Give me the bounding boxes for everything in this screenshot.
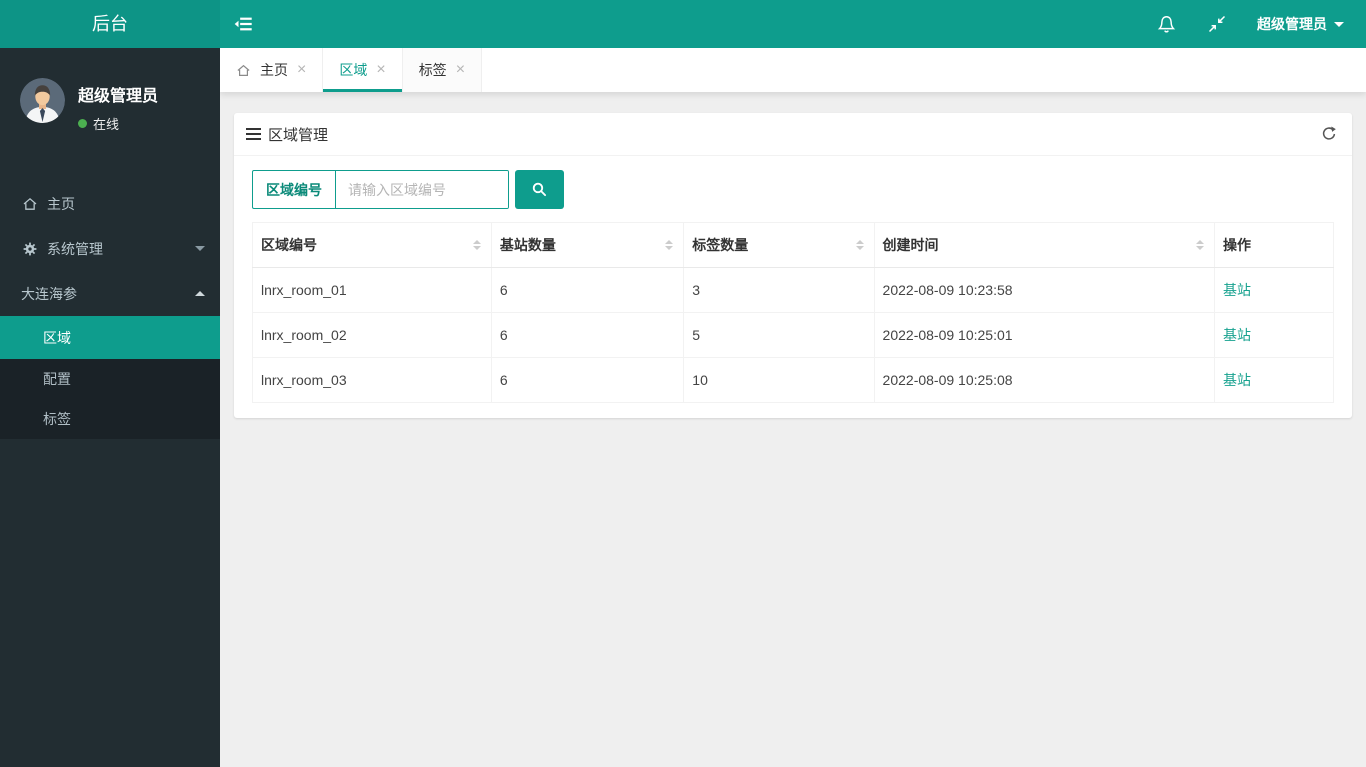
notifications-bell-icon[interactable] bbox=[1156, 14, 1177, 35]
sort-icon[interactable] bbox=[855, 236, 866, 254]
user-status: 在线 bbox=[78, 114, 158, 133]
sidebar-item-dalian-haishen[interactable]: 大连海参 bbox=[0, 271, 220, 316]
search-field-label: 区域编号 bbox=[253, 171, 336, 208]
col-header-station-count[interactable]: 基站数量 bbox=[490, 222, 685, 268]
region-code-input[interactable] bbox=[336, 171, 508, 208]
user-meta: 超级管理员 在线 bbox=[78, 78, 158, 133]
col-header-region-code[interactable]: 区域编号 bbox=[252, 222, 492, 268]
base-station-link[interactable]: 基站 bbox=[1214, 357, 1334, 403]
sidebar-item-home[interactable]: 主页 bbox=[0, 181, 220, 226]
sidebar-menu: 主页 系统管理 大连海参 区域 配置 标签 bbox=[0, 181, 220, 439]
col-header-actions: 操作 bbox=[1214, 222, 1334, 268]
cell-station-count: 6 bbox=[490, 357, 685, 403]
cell-created-time: 2022-08-09 10:23:58 bbox=[873, 267, 1216, 313]
search-icon bbox=[532, 182, 547, 197]
base-station-link[interactable]: 基站 bbox=[1214, 267, 1334, 313]
cell-created-time: 2022-08-09 10:25:01 bbox=[873, 312, 1216, 358]
user-menu[interactable]: 超级管理员 bbox=[1257, 14, 1344, 34]
table-row: lnrx_room_02 6 5 2022-08-09 10:25:01 基站 bbox=[252, 312, 1334, 358]
cell-region-code: lnrx_room_03 bbox=[252, 357, 492, 403]
cell-station-count: 6 bbox=[490, 267, 685, 313]
region-table-wrap: 区域编号 基站数量 标签数量 创建时间 操作 lnrx_room_01 6 3 … bbox=[234, 209, 1352, 418]
sidebar-subitem-label: 配置 bbox=[43, 371, 71, 387]
sidebar-item-label: 系统管理 bbox=[47, 240, 103, 257]
cell-region-code: lnrx_room_01 bbox=[252, 267, 492, 313]
user-panel: 超级管理员 在线 bbox=[0, 48, 220, 159]
cell-region-code: lnrx_room_02 bbox=[252, 312, 492, 358]
tab-home[interactable]: 主页 × bbox=[220, 48, 324, 92]
sidebar: 超级管理员 在线 主页 系统管理 大连海参 区域 配置 标签 bbox=[0, 48, 220, 767]
navbar: 超级管理员 bbox=[220, 0, 1366, 48]
tab-label: 标签 bbox=[418, 62, 447, 78]
sidebar-item-system-management[interactable]: 系统管理 bbox=[0, 226, 220, 271]
list-menu-icon bbox=[246, 128, 261, 140]
region-table: 区域编号 基站数量 标签数量 创建时间 操作 lnrx_room_01 6 3 … bbox=[252, 222, 1334, 403]
avatar bbox=[20, 78, 65, 123]
panel-header: 区域管理 bbox=[234, 113, 1352, 156]
region-management-panel: 区域管理 区域编号 请输入区域编号 区域编号 基站数量 标签数量 创建时间 操作… bbox=[234, 113, 1352, 418]
tab-bar: 主页 × 区域 × 标签 × bbox=[220, 48, 1366, 92]
top-navbar: 后台 超级管理员 bbox=[0, 0, 1366, 48]
sort-icon[interactable] bbox=[472, 236, 483, 254]
col-header-created-time[interactable]: 创建时间 bbox=[873, 222, 1216, 268]
tab-tags[interactable]: 标签 × bbox=[402, 48, 483, 92]
user-name: 超级管理员 bbox=[78, 88, 159, 105]
sidebar-toggle-icon[interactable] bbox=[220, 0, 268, 48]
cell-station-count: 6 bbox=[490, 312, 685, 358]
fullscreen-compress-icon[interactable] bbox=[1207, 14, 1227, 34]
gear-icon bbox=[22, 241, 47, 257]
sort-icon[interactable] bbox=[1196, 236, 1206, 254]
sidebar-item-config[interactable]: 配置 bbox=[0, 359, 220, 399]
table-row: lnrx_room_03 6 10 2022-08-09 10:25:08 基站 bbox=[252, 357, 1334, 403]
home-icon bbox=[237, 64, 250, 76]
cell-tag-count: 10 bbox=[683, 357, 875, 403]
outdent-icon bbox=[234, 17, 252, 31]
home-icon bbox=[22, 196, 47, 212]
tab-label: 主页 bbox=[260, 62, 288, 78]
online-status-dot bbox=[78, 119, 87, 128]
online-status-label: 在线 bbox=[93, 117, 120, 132]
tab-region[interactable]: 区域 × bbox=[323, 48, 403, 92]
cell-created-time: 2022-08-09 10:25:08 bbox=[873, 357, 1216, 403]
brand-logo[interactable]: 后台 bbox=[0, 0, 220, 48]
chevron-up-icon bbox=[195, 286, 205, 296]
table-row: lnrx_room_01 6 3 2022-08-09 10:23:58 基站 bbox=[252, 267, 1334, 313]
sidebar-item-region[interactable]: 区域 bbox=[0, 316, 220, 359]
sidebar-subitem-label: 区域 bbox=[43, 329, 71, 346]
chevron-down-icon bbox=[195, 246, 205, 256]
base-station-link[interactable]: 基站 bbox=[1214, 312, 1334, 358]
sidebar-submenu: 区域 配置 标签 bbox=[0, 316, 220, 439]
search-group: 区域编号 bbox=[252, 170, 509, 209]
close-icon[interactable]: × bbox=[297, 62, 306, 78]
search-row: 区域编号 bbox=[234, 156, 1352, 209]
close-icon[interactable]: × bbox=[376, 62, 385, 78]
sort-icon[interactable] bbox=[665, 236, 675, 254]
sidebar-item-tags[interactable]: 标签 bbox=[0, 399, 220, 439]
table-header-row: 区域编号 基站数量 标签数量 创建时间 操作 bbox=[252, 222, 1334, 268]
user-menu-label: 超级管理员 bbox=[1257, 16, 1327, 32]
sidebar-item-label: 主页 bbox=[47, 195, 75, 212]
main-content: 区域管理 区域编号 请输入区域编号 区域编号 基站数量 标签数量 创建时间 操作… bbox=[220, 92, 1366, 767]
cell-tag-count: 3 bbox=[683, 267, 875, 313]
chevron-down-icon bbox=[1334, 21, 1344, 32]
refresh-icon[interactable] bbox=[1320, 125, 1338, 143]
cell-tag-count: 5 bbox=[683, 312, 875, 358]
col-header-tag-count[interactable]: 标签数量 bbox=[683, 222, 875, 268]
panel-title: 区域管理 bbox=[268, 126, 329, 144]
tab-label: 区域 bbox=[339, 62, 368, 78]
navbar-right: 超级管理员 bbox=[1156, 14, 1366, 35]
sidebar-item-label: 大连海参 bbox=[21, 285, 77, 302]
close-icon[interactable]: × bbox=[456, 62, 465, 78]
sidebar-subitem-label: 标签 bbox=[43, 411, 71, 427]
search-button[interactable] bbox=[515, 170, 564, 209]
